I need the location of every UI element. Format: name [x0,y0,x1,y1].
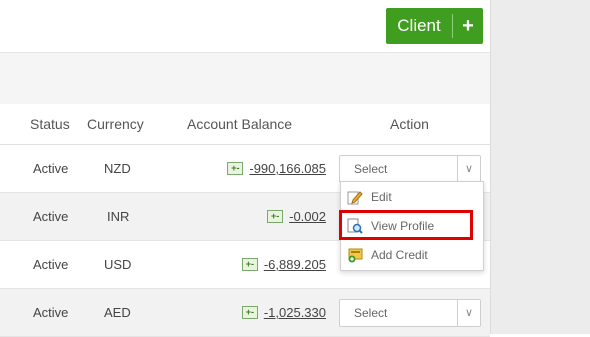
table-row: Active AED +- -1,025.330 Select ∨ [0,289,490,337]
table-header: Status Currency Account Balance Action [0,104,490,145]
balance-link[interactable]: -0.002 [289,209,326,224]
column-header-status[interactable]: Status [30,116,70,132]
right-panel [490,0,590,334]
menu-item-label: Add Credit [371,248,428,262]
adjust-balance-icon[interactable]: +- [267,210,284,223]
balance-cell: +- -990,166.085 [227,161,326,176]
status-cell: Active [33,209,69,224]
balance-link[interactable]: -990,166.085 [249,161,326,176]
chevron-down-icon[interactable]: ∨ [457,299,480,326]
status-cell: Active [33,305,69,320]
adjust-balance-icon[interactable]: +- [241,258,258,271]
plus-icon[interactable]: + [453,15,483,38]
adjust-balance-icon[interactable]: +- [227,162,244,175]
view-profile-highlight [339,210,473,240]
balance-link[interactable]: -6,889.205 [264,257,326,272]
currency-cell: INR [107,209,130,224]
add-credit-icon [348,248,363,263]
column-header-action[interactable]: Action [390,116,429,132]
action-select-value: Select [354,305,388,320]
menu-item-add-credit[interactable]: Add Credit [347,243,477,267]
filter-bar [0,52,490,106]
action-select[interactable]: Select ∨ [339,154,481,183]
menu-item-label: Edit [371,190,392,204]
currency-cell: NZD [104,161,131,176]
client-button-label: Client [397,16,441,35]
status-cell: Active [33,257,69,272]
currency-cell: USD [104,257,132,272]
currency-cell: AED [104,305,131,320]
chevron-down-icon[interactable]: ∨ [457,155,480,182]
adjust-balance-icon[interactable]: +- [241,306,258,319]
column-header-balance[interactable]: Account Balance [187,116,292,132]
balance-cell: +- -1,025.330 [241,305,326,320]
balance-cell: +- -6,889.205 [241,257,326,272]
column-header-currency[interactable]: Currency [87,116,144,132]
add-client-button[interactable]: Client + [386,8,483,44]
balance-link[interactable]: -1,025.330 [264,305,326,320]
menu-item-edit[interactable]: Edit [347,185,477,209]
action-select[interactable]: Select ∨ [339,298,481,327]
status-cell: Active [33,161,69,176]
action-select-value: Select [354,161,388,176]
edit-icon [347,191,363,205]
balance-cell: +- -0.002 [267,209,326,224]
